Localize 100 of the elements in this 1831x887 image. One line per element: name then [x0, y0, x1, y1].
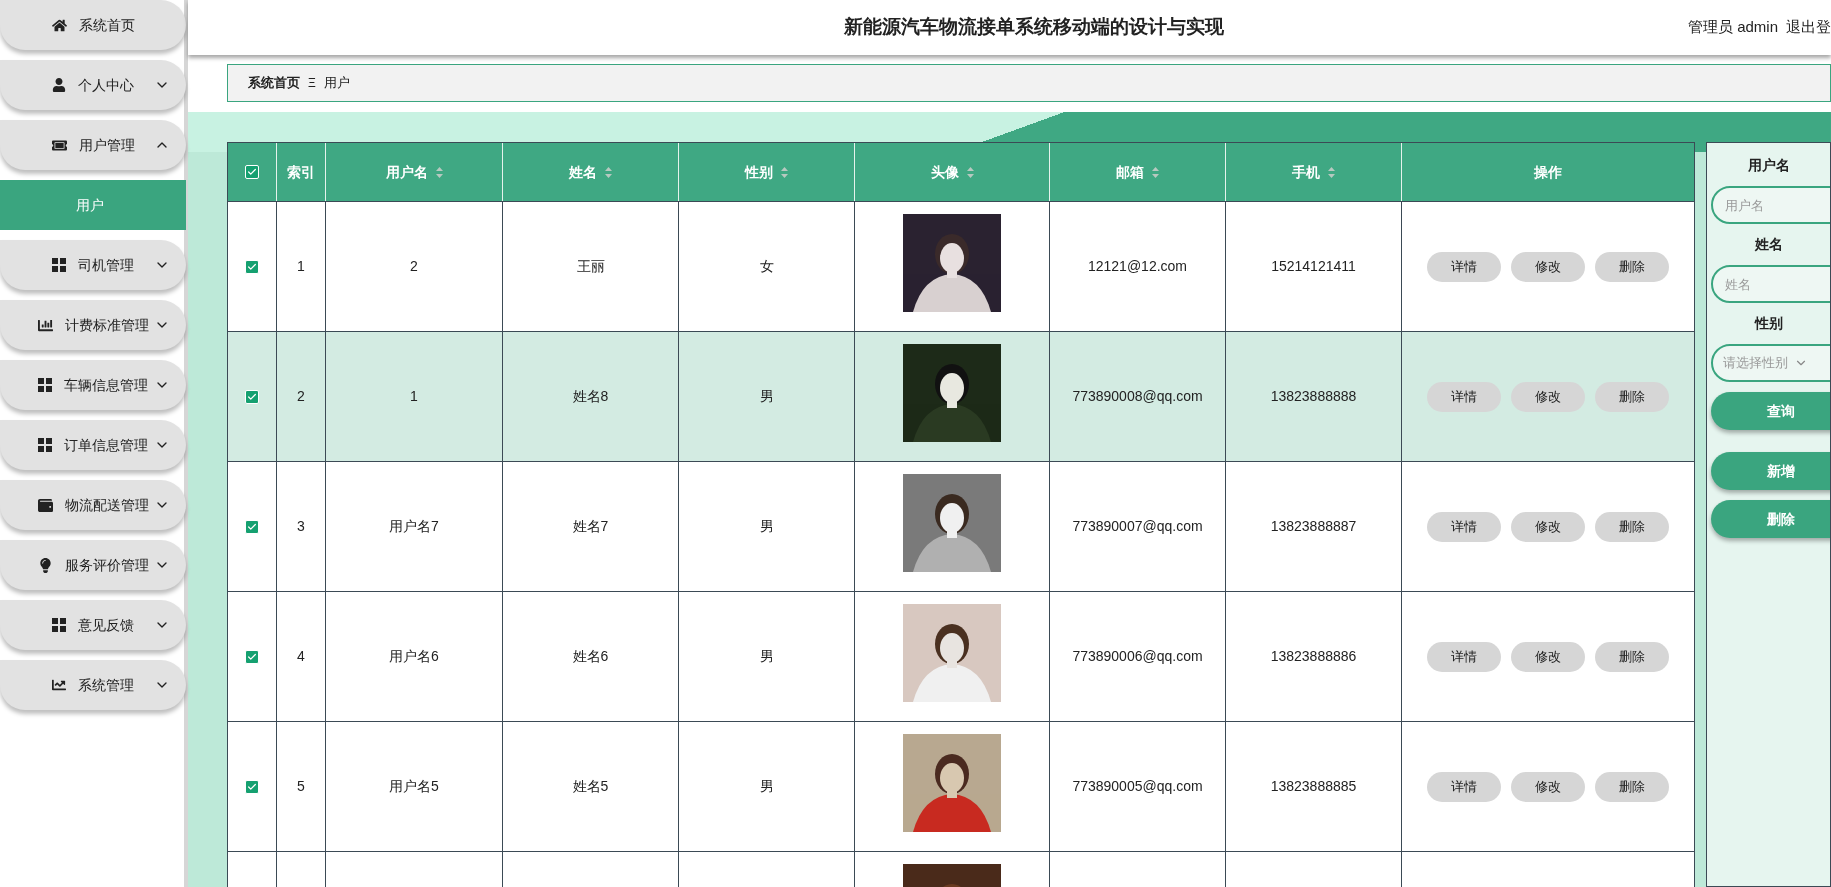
sort-icon[interactable] [966, 166, 974, 178]
row-action-button[interactable]: 删除 [1595, 251, 1669, 282]
table-cell-text: 13823888885 [1270, 777, 1357, 796]
row-action-button[interactable]: 修改 [1511, 771, 1585, 802]
table-row[interactable]: 2 1 姓名8 男 773890008@qq.com 13823888888 详情 修改 删除 [228, 331, 1694, 461]
table-row[interactable]: 4 用户名6 姓名6 男 773890006@qq.com 13823888886 详情 修改 删除 [228, 591, 1694, 721]
sidebar-item[interactable]: 服务评价管理 [0, 540, 186, 590]
home-icon [51, 17, 67, 33]
column-header: 操作 [1533, 162, 1563, 182]
logout-link[interactable]: 退出登 [1786, 16, 1831, 39]
table-cell-text: 13823888888 [1270, 387, 1357, 406]
row-action-button[interactable]: 修改 [1511, 641, 1585, 672]
row-action-button[interactable]: 删除 [1595, 771, 1669, 802]
checkbox[interactable] [245, 389, 259, 404]
grid-icon [52, 258, 66, 272]
table-cell-text: 3 [297, 517, 305, 536]
sort-icon[interactable] [605, 166, 612, 178]
bar-chart-icon [37, 317, 53, 333]
sort-icon[interactable] [1152, 166, 1159, 178]
check-icon [247, 167, 257, 177]
checkbox[interactable] [245, 779, 259, 794]
sort-icon[interactable] [781, 166, 788, 178]
table-cell-text: 1 [410, 387, 418, 406]
grid-icon [52, 618, 66, 632]
checkbox[interactable] [245, 519, 259, 534]
table-cell-text: 2 [297, 387, 305, 406]
table-cell-text: 15214121411 [1271, 257, 1356, 276]
user-label: 管理员 admin [1687, 17, 1778, 38]
table-cell-text: 女 [759, 257, 774, 276]
check-icon [247, 521, 257, 532]
table-cell-text: 用户名5 [389, 777, 439, 796]
checkbox[interactable] [245, 259, 259, 274]
row-action-button[interactable]: 详情 [1427, 251, 1501, 282]
table-row[interactable]: 5 用户名5 姓名5 男 773890005@qq.com 13823888885 详情 修改 删除 [228, 721, 1694, 851]
table-cell-text: 773890006@qq.com [1072, 647, 1203, 666]
row-action-button[interactable]: 详情 [1427, 511, 1501, 542]
sidebar-item[interactable]: 车辆信息管理 [0, 360, 186, 410]
grid-icon [38, 378, 52, 392]
breadcrumb-current: 用户 [323, 74, 350, 93]
table-cell-text: 王丽 [576, 257, 605, 276]
sidebar-item[interactable]: 订单信息管理 [0, 420, 186, 470]
row-action-button[interactable]: 修改 [1511, 381, 1585, 412]
table-cell-text: 姓名6 [572, 647, 609, 666]
row-action-button[interactable]: 删除 [1595, 511, 1669, 542]
row-action-button[interactable]: 修改 [1511, 251, 1585, 282]
field-label: 用户名 [1746, 156, 1791, 175]
row-action-button[interactable]: 修改 [1511, 511, 1585, 542]
row-action-button[interactable]: 删除 [1595, 641, 1669, 672]
sidebar-item[interactable]: 系统首页 [0, 0, 186, 50]
table-cell-text: 773890008@qq.com [1072, 387, 1203, 406]
check-icon [247, 261, 257, 272]
user-icon [52, 78, 66, 92]
app-title: 新能源汽车物流接单系统移动端的设计与实现 [844, 15, 1224, 40]
table-row[interactable]: 3 用户名7 姓名7 男 773890007@qq.com 13823888887 详情 修改 删除 [228, 461, 1694, 591]
table-cell-text: 男 [759, 387, 774, 406]
table-cell-text: 4 [297, 647, 305, 666]
table-cell-text: 男 [759, 777, 774, 796]
table-cell-text: 5 [297, 777, 305, 796]
check-icon [247, 391, 257, 402]
input-field[interactable]: 姓名 [1711, 265, 1830, 303]
table-cell-text: 男 [759, 647, 774, 666]
field-label: 性别 [1753, 314, 1784, 333]
table-cell-text: 773890005@qq.com [1072, 777, 1203, 796]
table-cell-text: 姓名5 [572, 777, 609, 796]
row-action-button[interactable]: 详情 [1427, 771, 1501, 802]
table-cell-text: 男 [759, 517, 774, 536]
sort-icon[interactable] [435, 166, 443, 178]
row-action-button[interactable]: 详情 [1427, 641, 1501, 672]
table-row[interactable]: 1 2 王丽 女 12121@12.com 15214121411 详情 修改 删除 [228, 201, 1694, 331]
sidebar-item[interactable]: 司机管理 [0, 240, 186, 290]
table-cell-text: 12121@12.com [1087, 257, 1188, 276]
sort-icon[interactable] [1328, 166, 1335, 178]
table-cell-text: 773890007@qq.com [1072, 517, 1203, 536]
sidebar-item[interactable]: 计费标准管理 [0, 300, 186, 350]
sidebar-item[interactable]: 系统管理 [0, 660, 186, 710]
check-icon [247, 651, 257, 662]
table-cell-text: 13823888887 [1270, 517, 1357, 536]
sidebar-item[interactable]: 物流配送管理 [0, 480, 186, 530]
table-cell-text: 用户名6 [389, 647, 439, 666]
sidebar-item[interactable]: 个人中心 [0, 60, 186, 110]
field-label: 姓名 [1753, 235, 1784, 254]
checkbox[interactable] [245, 649, 259, 664]
row-action-button[interactable]: 删除 [1595, 381, 1669, 412]
lightbulb-icon [37, 557, 53, 573]
breadcrumb-link[interactable]: 系统首页 [248, 73, 300, 93]
sidebar-item[interactable]: 意见反馈 [0, 600, 186, 650]
table-cell-text: 用户名7 [389, 517, 439, 536]
input-field[interactable]: 用户名 [1711, 186, 1830, 224]
line-chart-icon [52, 678, 66, 692]
checkbox[interactable] [245, 165, 259, 179]
table-cell-text: 姓名8 [572, 387, 609, 406]
sidebar-item[interactable]: 用户管理 [0, 120, 186, 170]
check-icon [247, 781, 257, 792]
table-cell-text: 1 [297, 257, 305, 276]
row-action-button[interactable]: 详情 [1427, 381, 1501, 412]
table-cell-text: 2 [410, 257, 418, 276]
table-cell-text: 姓名7 [572, 517, 609, 536]
table-cell-text: 13823888886 [1270, 647, 1357, 666]
breadcrumb-separator: Ξ [308, 75, 316, 92]
wallet-icon [37, 497, 53, 513]
